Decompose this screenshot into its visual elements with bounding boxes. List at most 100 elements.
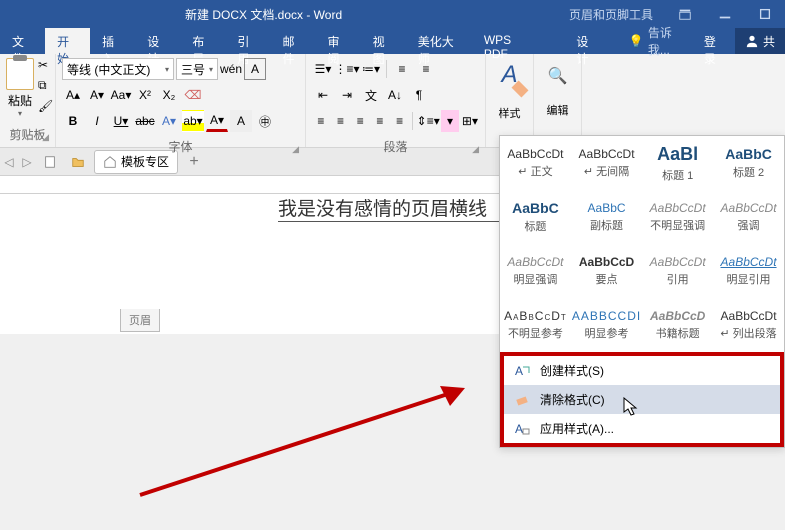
style-preview: AaBbCcDt [650, 255, 706, 269]
tab-beautify[interactable]: 美化大师 [406, 28, 472, 54]
header-text[interactable]: 我是没有感情的页眉横线 [278, 199, 487, 220]
align-left-icon[interactable]: ≡ [391, 58, 413, 80]
numbering-icon[interactable]: ⋮≡▾ [336, 58, 358, 80]
group-editing: 🔍 编辑 ▾ [534, 54, 582, 147]
grow-font-icon[interactable]: A▴ [62, 84, 84, 106]
font-size-select[interactable]: 三号▾ [176, 58, 218, 80]
decrease-indent-icon[interactable]: ⇤ [312, 84, 334, 106]
justify-btn[interactable]: ≡ [371, 110, 389, 132]
svg-text:A: A [515, 422, 523, 436]
copy-icon[interactable]: ⧉ [38, 78, 53, 93]
style-item-10[interactable]: AaBbCcDt引用 [642, 244, 713, 298]
tab-context-design[interactable]: 设计 [544, 28, 621, 54]
style-label: ↵ 正文 [518, 163, 552, 179]
italic-button[interactable]: I [86, 110, 108, 132]
style-preview: AaBbC [725, 146, 772, 162]
change-case-icon[interactable]: Aa▾ [110, 84, 132, 106]
char-shading-icon[interactable]: A [230, 110, 252, 132]
style-item-2[interactable]: AaBl标题 1 [642, 136, 713, 190]
tab-layout[interactable]: 布局 [180, 28, 225, 54]
tab-view[interactable]: 视图 [361, 28, 406, 54]
line-spacing-icon[interactable]: ⇕≡▾ [417, 110, 439, 132]
paste-button[interactable]: 粘贴 ▾ [6, 58, 34, 118]
style-label: 要点 [596, 271, 618, 287]
style-label: 书籍标题 [656, 325, 700, 341]
show-marks-icon[interactable]: ¶ [408, 84, 430, 106]
style-label: 不明显参考 [508, 325, 563, 341]
doc-tab-doc-icon[interactable] [38, 150, 62, 174]
tab-design[interactable]: 设计 [135, 28, 180, 54]
shading-icon[interactable]: ▾ [441, 110, 459, 132]
style-preview: AABBCCDI [572, 309, 641, 323]
clipboard-launcher[interactable]: ◢ [42, 132, 49, 143]
styles-button[interactable]: A [495, 58, 525, 92]
borders-icon[interactable]: ⊞▾ [461, 110, 479, 132]
bold-button[interactable]: B [62, 110, 84, 132]
shrink-font-icon[interactable]: A▾ [86, 84, 108, 106]
paragraph-launcher[interactable]: ◢ [472, 144, 479, 155]
tab-next-icon[interactable]: ▷ [18, 155, 36, 169]
highlight-icon[interactable]: ab▾ [182, 110, 204, 132]
font-launcher[interactable]: ◢ [292, 144, 299, 155]
tab-file[interactable]: 文件 [0, 28, 45, 54]
style-item-1[interactable]: AaBbCcDt ↵ 无间隔 [571, 136, 642, 190]
tab-wps-pdf[interactable]: WPS PDF [472, 28, 544, 54]
bullets-icon[interactable]: ☰▾ [312, 58, 334, 80]
align-right-btn[interactable]: ≡ [351, 110, 369, 132]
enclose-char-icon[interactable]: ㊥ [254, 110, 276, 132]
style-item-15[interactable]: AaBbCcDt↵ 列出段落 [713, 298, 784, 352]
style-item-4[interactable]: AaBbC 标题 [500, 190, 571, 244]
minimize-button[interactable] [705, 0, 745, 28]
clear-format-menu-item[interactable]: 清除格式(C) [504, 385, 780, 414]
tab-mailings[interactable]: 邮件 [270, 28, 315, 54]
style-preview: AaBbCcDt [579, 147, 635, 161]
style-item-13[interactable]: AABBCCDI明显参考 [571, 298, 642, 352]
style-label: 标题 [524, 218, 546, 234]
align-center-icon[interactable]: ≡ [415, 58, 437, 80]
tab-review[interactable]: 审阅 [316, 28, 361, 54]
increase-indent-icon[interactable]: ⇥ [336, 84, 358, 106]
style-item-6[interactable]: AaBbCcDt不明显强调 [642, 190, 713, 244]
phonetic-guide-icon[interactable]: wén [220, 58, 242, 80]
tab-insert[interactable]: 插入 [90, 28, 135, 54]
align-left-btn[interactable]: ≡ [312, 110, 330, 132]
style-item-5[interactable]: AaBbC副标题 [571, 190, 642, 244]
cut-icon[interactable]: ✂ [38, 58, 53, 72]
tab-references[interactable]: 引用 [225, 28, 270, 54]
text-effects-icon[interactable]: A▾ [158, 110, 180, 132]
apply-style-menu-item[interactable]: A 应用样式(A)... [504, 414, 780, 443]
distributed-btn[interactable]: ≡ [391, 110, 409, 132]
multilevel-list-icon[interactable]: ≔▾ [360, 58, 382, 80]
superscript-icon[interactable]: X² [134, 84, 156, 106]
style-item-12[interactable]: AaBbCcDt不明显参考 [500, 298, 571, 352]
font-color-icon[interactable]: A▾ [206, 110, 228, 132]
style-label: ↵ 无间隔 [584, 163, 629, 179]
text-direction-icon[interactable]: 文 [360, 84, 382, 106]
style-preview: AaBbC [512, 200, 559, 216]
style-item-0[interactable]: AaBbCcDt↵ 正文 [500, 136, 571, 190]
clear-format-icon[interactable]: ⌫ [182, 84, 204, 106]
login-button[interactable]: 登录 [694, 28, 735, 54]
strikethrough-button[interactable]: abc [134, 110, 156, 132]
share-button[interactable]: 共 [735, 28, 785, 54]
tell-me-input[interactable]: 💡告诉我... [621, 28, 694, 54]
underline-button[interactable]: U▾ [110, 110, 132, 132]
subscript-icon[interactable]: X₂ [158, 84, 180, 106]
style-item-8[interactable]: AaBbCcDt明显强调 [500, 244, 571, 298]
style-item-7[interactable]: AaBbCcDt强调 [713, 190, 784, 244]
format-painter-icon[interactable]: 🖌 [38, 99, 53, 113]
font-name-select[interactable]: 等线 (中文正文)▾ [62, 58, 174, 80]
create-style-menu-item[interactable]: A 创建样式(S) [504, 356, 780, 385]
align-center-btn[interactable]: ≡ [332, 110, 350, 132]
header-tag[interactable]: 页眉 [120, 309, 160, 332]
style-item-9[interactable]: AaBbCcD要点 [571, 244, 642, 298]
tab-home[interactable]: 开始 [45, 28, 90, 54]
find-icon[interactable]: 🔍 [548, 66, 568, 86]
style-item-3[interactable]: AaBbC标题 2 [713, 136, 784, 190]
style-item-14[interactable]: AaBbCcD书籍标题 [642, 298, 713, 352]
sort-icon[interactable]: A↓ [384, 84, 406, 106]
style-item-11[interactable]: AaBbCcDt明显引用 [713, 244, 784, 298]
maximize-button[interactable] [745, 0, 785, 28]
tab-prev-icon[interactable]: ◁ [0, 155, 18, 169]
char-border-icon[interactable]: A [244, 58, 266, 80]
